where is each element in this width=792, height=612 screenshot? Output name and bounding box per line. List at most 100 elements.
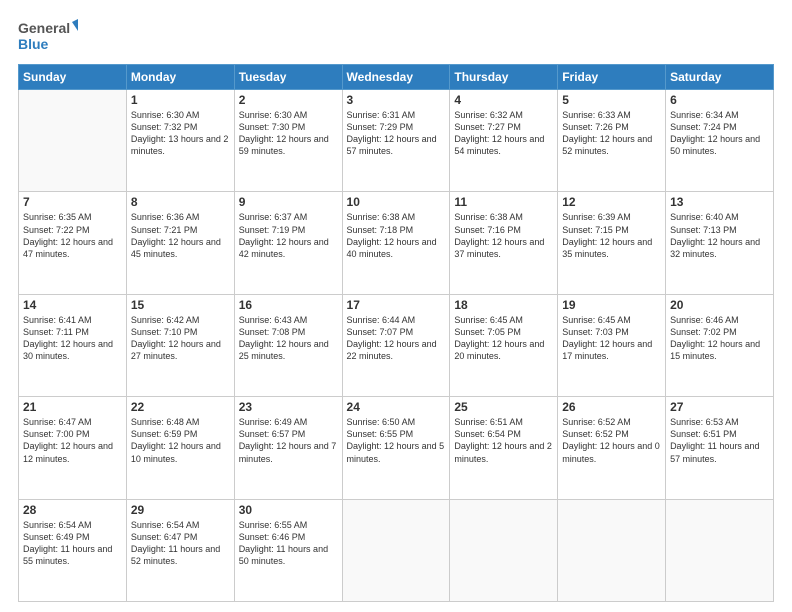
day-number: 16 (239, 298, 338, 312)
day-number: 11 (454, 195, 553, 209)
cell-details: Sunrise: 6:42 AM Sunset: 7:10 PM Dayligh… (131, 314, 230, 363)
calendar-cell: 30 Sunrise: 6:55 AM Sunset: 6:46 PM Dayli… (234, 499, 342, 601)
day-header-sunday: Sunday (19, 65, 127, 90)
cell-details: Sunrise: 6:40 AM Sunset: 7:13 PM Dayligh… (670, 211, 769, 260)
day-number: 28 (23, 503, 122, 517)
calendar-cell: 14Sunrise: 6:41 AM Sunset: 7:11 PM Dayli… (19, 294, 127, 396)
day-number: 15 (131, 298, 230, 312)
calendar-cell: 13 Sunrise: 6:40 AM Sunset: 7:13 PM Dayli… (666, 192, 774, 294)
cell-details: Sunrise: 6:48 AM Sunset: 6:59 PM Dayligh… (131, 416, 230, 465)
cell-details: Sunrise: 6:38 AM Sunset: 7:16 PM Dayligh… (454, 211, 553, 260)
cell-details: Sunrise: 6:44 AM Sunset: 7:07 PM Dayligh… (347, 314, 446, 363)
cell-details: Sunrise: 6:46 AM Sunset: 7:02 PM Dayligh… (670, 314, 769, 363)
cell-details: Sunrise: 6:36 AM Sunset: 7:21 PM Dayligh… (131, 211, 230, 260)
day-number: 22 (131, 400, 230, 414)
calendar-cell: 12Sunrise: 6:39 AM Sunset: 7:15 PM Dayli… (558, 192, 666, 294)
svg-text:Blue: Blue (18, 36, 49, 52)
day-number: 18 (454, 298, 553, 312)
day-header-thursday: Thursday (450, 65, 558, 90)
calendar-cell: 17 Sunrise: 6:44 AM Sunset: 7:07 PM Dayli… (342, 294, 450, 396)
day-number: 23 (239, 400, 338, 414)
cell-details: Sunrise: 6:43 AM Sunset: 7:08 PM Dayligh… (239, 314, 338, 363)
calendar-cell: 27Sunrise: 6:53 AM Sunset: 6:51 PM Dayli… (666, 397, 774, 499)
day-header-saturday: Saturday (666, 65, 774, 90)
day-number: 4 (454, 93, 553, 107)
cell-details: Sunrise: 6:31 AM Sunset: 7:29 PM Dayligh… (347, 109, 446, 158)
calendar-cell: 26 Sunrise: 6:52 AM Sunset: 6:52 PM Dayli… (558, 397, 666, 499)
calendar-cell: 29Sunrise: 6:54 AM Sunset: 6:47 PM Dayli… (126, 499, 234, 601)
cell-details: Sunrise: 6:53 AM Sunset: 6:51 PM Dayligh… (670, 416, 769, 465)
day-number: 6 (670, 93, 769, 107)
day-number: 3 (347, 93, 446, 107)
cell-details: Sunrise: 6:34 AM Sunset: 7:24 PM Dayligh… (670, 109, 769, 158)
calendar-cell: 28 Sunrise: 6:54 AM Sunset: 6:49 PM Dayli… (19, 499, 127, 601)
cell-details: Sunrise: 6:33 AM Sunset: 7:26 PM Dayligh… (562, 109, 661, 158)
day-number: 9 (239, 195, 338, 209)
calendar-cell: 21 Sunrise: 6:47 AM Sunset: 7:00 PM Dayli… (19, 397, 127, 499)
day-number: 8 (131, 195, 230, 209)
calendar-cell: 5 Sunrise: 6:33 AM Sunset: 7:26 PM Daylig… (558, 90, 666, 192)
calendar-table: SundayMondayTuesdayWednesdayThursdayFrid… (18, 64, 774, 602)
calendar-cell: 25 Sunrise: 6:51 AM Sunset: 6:54 PM Dayli… (450, 397, 558, 499)
day-number: 7 (23, 195, 122, 209)
cell-details: Sunrise: 6:45 AM Sunset: 7:03 PM Dayligh… (562, 314, 661, 363)
calendar-cell: 11 Sunrise: 6:38 AM Sunset: 7:16 PM Dayli… (450, 192, 558, 294)
calendar-cell: 4 Sunrise: 6:32 AM Sunset: 7:27 PM Daylig… (450, 90, 558, 192)
cell-details: Sunrise: 6:30 AM Sunset: 7:32 PM Dayligh… (131, 109, 230, 158)
calendar-cell: 15 Sunrise: 6:42 AM Sunset: 7:10 PM Dayli… (126, 294, 234, 396)
svg-text:General: General (18, 20, 70, 36)
cell-details: Sunrise: 6:50 AM Sunset: 6:55 PM Dayligh… (347, 416, 446, 465)
calendar-week-5: 28 Sunrise: 6:54 AM Sunset: 6:49 PM Dayli… (19, 499, 774, 601)
cell-details: Sunrise: 6:51 AM Sunset: 6:54 PM Dayligh… (454, 416, 553, 465)
calendar-cell: 3 Sunrise: 6:31 AM Sunset: 7:29 PM Daylig… (342, 90, 450, 192)
cell-details: Sunrise: 6:37 AM Sunset: 7:19 PM Dayligh… (239, 211, 338, 260)
day-number: 13 (670, 195, 769, 209)
day-number: 26 (562, 400, 661, 414)
day-number: 5 (562, 93, 661, 107)
day-number: 25 (454, 400, 553, 414)
cell-details: Sunrise: 6:47 AM Sunset: 7:00 PM Dayligh… (23, 416, 122, 465)
calendar-week-1: 1 Sunrise: 6:30 AM Sunset: 7:32 PM Daylig… (19, 90, 774, 192)
calendar-cell (558, 499, 666, 601)
cell-details: Sunrise: 6:32 AM Sunset: 7:27 PM Dayligh… (454, 109, 553, 158)
calendar-cell: 8 Sunrise: 6:36 AM Sunset: 7:21 PM Daylig… (126, 192, 234, 294)
day-number: 2 (239, 93, 338, 107)
calendar-cell (342, 499, 450, 601)
calendar-cell: 23 Sunrise: 6:49 AM Sunset: 6:57 PM Dayli… (234, 397, 342, 499)
day-number: 30 (239, 503, 338, 517)
calendar-week-3: 14Sunrise: 6:41 AM Sunset: 7:11 PM Dayli… (19, 294, 774, 396)
day-header-wednesday: Wednesday (342, 65, 450, 90)
cell-details: Sunrise: 6:55 AM Sunset: 6:46 PM Dayligh… (239, 519, 338, 568)
cell-details: Sunrise: 6:52 AM Sunset: 6:52 PM Dayligh… (562, 416, 661, 465)
cell-details: Sunrise: 6:54 AM Sunset: 6:49 PM Dayligh… (23, 519, 122, 568)
calendar-cell: 18Sunrise: 6:45 AM Sunset: 7:05 PM Dayli… (450, 294, 558, 396)
calendar-cell: 9 Sunrise: 6:37 AM Sunset: 7:19 PM Daylig… (234, 192, 342, 294)
cell-details: Sunrise: 6:49 AM Sunset: 6:57 PM Dayligh… (239, 416, 338, 465)
calendar-cell: 10Sunrise: 6:38 AM Sunset: 7:18 PM Dayli… (342, 192, 450, 294)
page: General Blue SundayMondayTuesdayWednesda… (0, 0, 792, 612)
logo-svg: General Blue (18, 16, 78, 54)
cell-details: Sunrise: 6:30 AM Sunset: 7:30 PM Dayligh… (239, 109, 338, 158)
calendar-cell: 16 Sunrise: 6:43 AM Sunset: 7:08 PM Dayli… (234, 294, 342, 396)
cell-details: Sunrise: 6:41 AM Sunset: 7:11 PM Dayligh… (23, 314, 122, 363)
cell-details: Sunrise: 6:35 AM Sunset: 7:22 PM Dayligh… (23, 211, 122, 260)
calendar-cell: 6 Sunrise: 6:34 AM Sunset: 7:24 PM Daylig… (666, 90, 774, 192)
calendar-cell: 1 Sunrise: 6:30 AM Sunset: 7:32 PM Daylig… (126, 90, 234, 192)
logo: General Blue (18, 16, 78, 54)
day-number: 21 (23, 400, 122, 414)
calendar-header-row: SundayMondayTuesdayWednesdayThursdayFrid… (19, 65, 774, 90)
calendar-cell (19, 90, 127, 192)
calendar-cell: 7 Sunrise: 6:35 AM Sunset: 7:22 PM Daylig… (19, 192, 127, 294)
calendar-cell (666, 499, 774, 601)
calendar-week-4: 21 Sunrise: 6:47 AM Sunset: 7:00 PM Dayli… (19, 397, 774, 499)
calendar-cell: 19 Sunrise: 6:45 AM Sunset: 7:03 PM Dayli… (558, 294, 666, 396)
day-number: 10 (347, 195, 446, 209)
day-number: 19 (562, 298, 661, 312)
day-number: 17 (347, 298, 446, 312)
calendar-cell: 2 Sunrise: 6:30 AM Sunset: 7:30 PM Daylig… (234, 90, 342, 192)
calendar-cell: 22 Sunrise: 6:48 AM Sunset: 6:59 PM Dayli… (126, 397, 234, 499)
day-number: 20 (670, 298, 769, 312)
day-header-tuesday: Tuesday (234, 65, 342, 90)
day-number: 1 (131, 93, 230, 107)
day-header-friday: Friday (558, 65, 666, 90)
